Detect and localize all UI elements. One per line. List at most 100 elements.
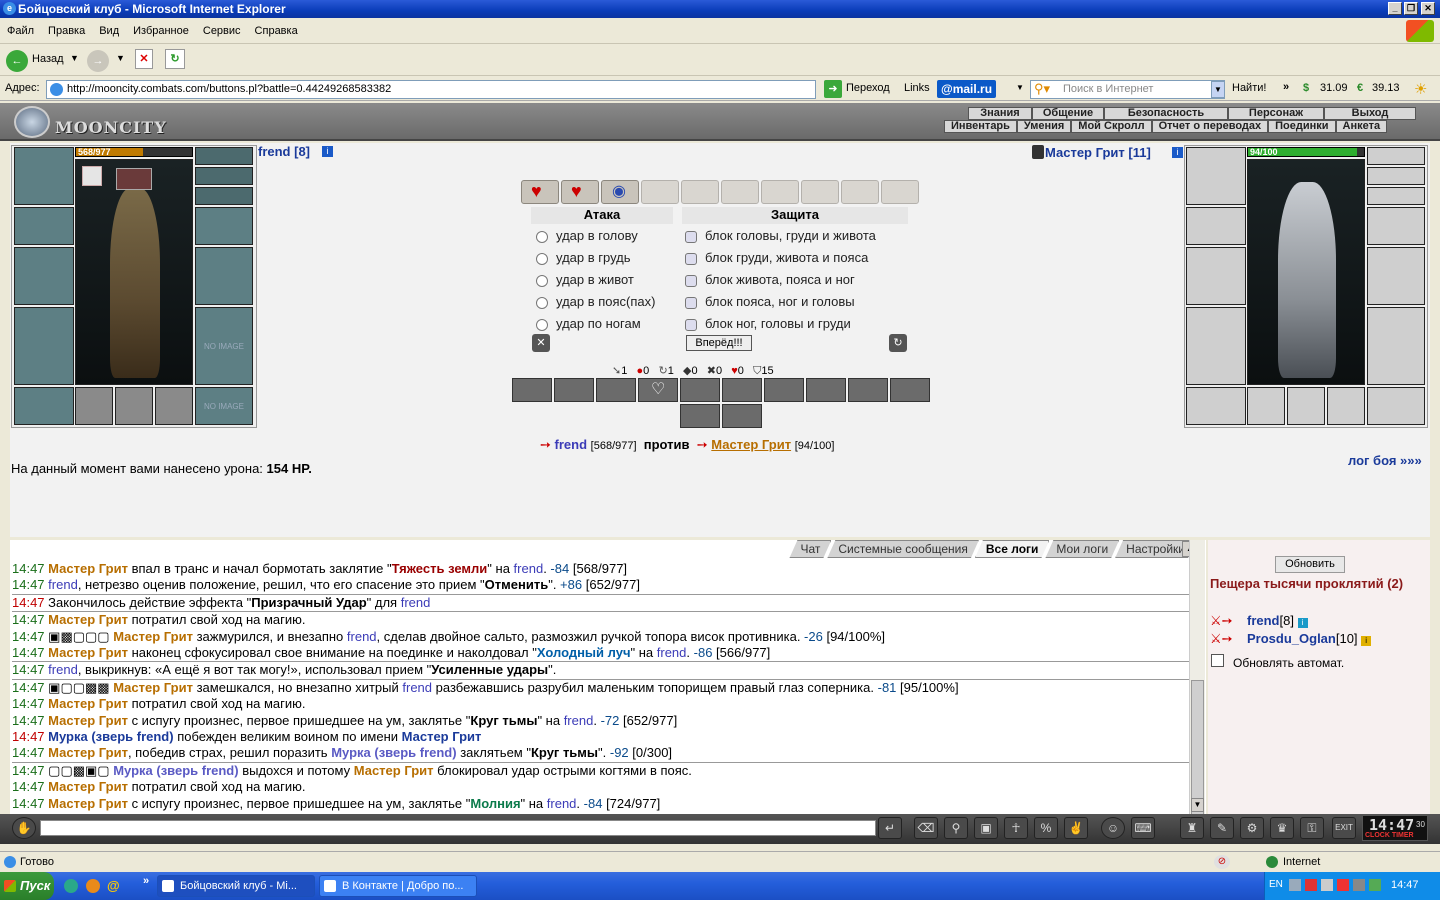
chevron-more-icon[interactable]: » — [1283, 81, 1289, 93]
empty-scroll-slot[interactable] — [841, 180, 879, 204]
language-indicator[interactable]: EN — [1269, 879, 1283, 890]
weather-sun-icon[interactable]: ☀ — [1414, 80, 1427, 98]
url-input[interactable]: http://mooncity.combats.com/buttons.pl?b… — [46, 80, 816, 99]
skill-icon-2[interactable] — [554, 378, 594, 402]
skill-icon-7[interactable] — [764, 378, 804, 402]
user-info-icon[interactable]: i — [1297, 618, 1308, 628]
opponent-helmet-slot[interactable] — [1186, 147, 1246, 205]
vs-opponent-name[interactable]: Мастер Грит — [711, 437, 791, 452]
percent-icon[interactable]: % — [1034, 817, 1058, 839]
player-helmet-slot[interactable] — [14, 147, 74, 205]
refresh-button[interactable]: Обновить — [1275, 556, 1345, 573]
player-boots-slot[interactable]: NO IMAGE — [195, 387, 253, 425]
empty-scroll-slot[interactable] — [681, 180, 719, 204]
go-forward-button[interactable]: Вперёд!!! — [686, 335, 752, 351]
skill-icon-4[interactable]: ♡ — [638, 378, 678, 402]
player-portrait[interactable] — [75, 159, 193, 385]
opponent-belt-slot[interactable] — [1186, 387, 1246, 425]
nav-my-scroll[interactable]: Мой Скролл — [1071, 120, 1152, 133]
nav-transfers-report[interactable]: Отчет о переводах — [1151, 120, 1269, 133]
task-vkontakte[interactable]: В Контакте | Добро по... — [319, 875, 477, 897]
search-input[interactable]: Поиск в Интернет — [1030, 80, 1225, 99]
nav-inventory[interactable]: Инвентарь — [944, 120, 1017, 133]
start-button[interactable]: Пуск — [0, 872, 54, 900]
player-scroll-slot-2[interactable] — [115, 387, 153, 425]
search-dropdown-icon[interactable]: ▼ — [1211, 81, 1225, 98]
opponent-leggings-slot[interactable] — [1367, 307, 1425, 385]
back-arrow-icon[interactable]: ← — [6, 50, 28, 72]
skill-icon-11[interactable] — [680, 404, 720, 428]
stop-icon[interactable]: ✕ — [135, 49, 153, 69]
attack-radio[interactable] — [536, 230, 548, 243]
quicklaunch-firefox-icon[interactable] — [86, 879, 100, 893]
attack-radio[interactable] — [536, 252, 548, 265]
block-radio[interactable] — [685, 230, 697, 243]
minimize-button[interactable]: _ — [1388, 2, 1402, 15]
menu-edit[interactable]: Правка — [41, 18, 92, 44]
lock-icon[interactable]: ⚿ — [1300, 817, 1324, 839]
quicklaunch-ie-icon[interactable] — [64, 879, 78, 893]
empty-scroll-slot[interactable] — [641, 180, 679, 204]
block-option-4[interactable]: блок пояса, ног и головы — [685, 294, 855, 309]
skill-icon-5[interactable] — [680, 378, 720, 402]
shield-refresh-icon[interactable]: ↻ — [889, 334, 907, 352]
hp-scroll-1[interactable]: ♥ — [521, 180, 559, 204]
player-earrings-slot[interactable] — [195, 147, 253, 165]
block-option-3[interactable]: блок живота, пояса и ног — [685, 272, 855, 287]
block-option-1[interactable]: блок головы, груди и живота — [685, 228, 876, 243]
maximize-button[interactable]: ❐ — [1404, 2, 1418, 15]
nav-exit[interactable]: Выход — [1324, 107, 1416, 120]
block-radio[interactable] — [685, 318, 697, 331]
tab-system-messages[interactable]: Системные сообщения — [827, 540, 979, 558]
back-dropdown-icon[interactable]: ▼ — [70, 53, 79, 63]
player-bracers-slot[interactable] — [14, 207, 74, 245]
exit-icon[interactable]: EXIT — [1332, 817, 1356, 839]
close-button[interactable]: ✕ — [1421, 2, 1435, 15]
user-name[interactable]: frend — [1247, 613, 1280, 628]
tray-antivirus-icon[interactable] — [1305, 879, 1317, 891]
tab-my-logs[interactable]: Мои логи — [1045, 540, 1119, 558]
menu-help[interactable]: Справка — [248, 18, 305, 44]
effect-icon[interactable] — [116, 168, 152, 190]
player-leggings-slot[interactable]: NO IMAGE — [195, 307, 253, 385]
links-button[interactable]: Links — [904, 82, 930, 94]
tray-app-icon[interactable] — [1337, 879, 1349, 891]
player-scroll-slot-1[interactable] — [75, 387, 113, 425]
attack-option-head[interactable]: удар в голову — [536, 228, 638, 243]
nav-profile[interactable]: Анкета — [1335, 120, 1388, 133]
log-scrollbar[interactable]: ▼ — [1189, 540, 1205, 816]
save-icon[interactable]: ▣ — [974, 817, 998, 839]
player-name[interactable]: frend [8] — [258, 144, 310, 159]
attack-option-belly[interactable]: удар в живот — [536, 272, 634, 287]
menu-favorites[interactable]: Избранное — [126, 18, 196, 44]
nav-skills[interactable]: Умения — [1016, 120, 1072, 133]
send-icon[interactable]: ↵ — [878, 817, 902, 839]
nav-character[interactable]: Персонаж — [1228, 107, 1324, 120]
back-button[interactable]: Назад — [32, 53, 64, 65]
attack-option-legs[interactable]: удар по ногам — [536, 316, 641, 331]
opponent-scroll-slot-3[interactable] — [1327, 387, 1365, 425]
hp-scroll-2[interactable]: ♥ — [561, 180, 599, 204]
opponent-name[interactable]: Мастер Грит [11] — [1045, 145, 1151, 160]
taskbar-more-icon[interactable]: » — [143, 875, 149, 887]
player-armor-slot[interactable] — [14, 307, 74, 385]
player-info-icon[interactable]: i — [322, 146, 333, 157]
eraser-icon[interactable]: ⌫ — [914, 817, 938, 839]
go-arrow-icon[interactable]: ➜ — [824, 80, 842, 98]
empty-scroll-slot[interactable] — [721, 180, 759, 204]
opponent-rings-slot[interactable] — [1367, 187, 1425, 205]
attack-option-chest[interactable]: удар в грудь — [536, 250, 631, 265]
opponent-info-icon[interactable]: i — [1172, 147, 1183, 158]
opponent-boots-slot[interactable] — [1367, 387, 1425, 425]
opponent-shield-slot[interactable] — [1367, 247, 1425, 305]
opponent-amulet-slot[interactable] — [1367, 167, 1425, 185]
pet-avatar[interactable] — [82, 166, 102, 186]
skill-icon-3[interactable] — [596, 378, 636, 402]
scroll-down-icon[interactable]: ▼ — [1191, 798, 1204, 812]
hand-icon[interactable]: ✌ — [1064, 817, 1088, 839]
skill-icon-9[interactable] — [848, 378, 888, 402]
skill-icon-6[interactable] — [722, 378, 762, 402]
user-info-icon[interactable]: i — [1361, 636, 1372, 646]
task-fightclub[interactable]: Бойцовский клуб - Mi... — [157, 875, 315, 897]
nav-security[interactable]: Безопасность — [1104, 107, 1228, 120]
